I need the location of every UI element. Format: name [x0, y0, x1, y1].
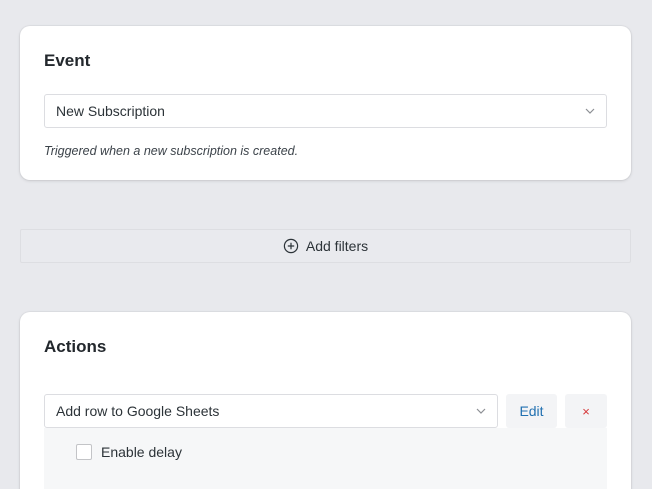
enable-delay-label: Enable delay: [101, 444, 182, 460]
actions-card: Actions Add row to Google Sheets Edit × …: [20, 312, 631, 489]
event-select[interactable]: New Subscription: [44, 94, 607, 128]
event-help-text: Triggered when a new subscription is cre…: [44, 144, 299, 158]
add-filters-button[interactable]: Add filters: [20, 229, 631, 263]
event-title: Event: [44, 51, 91, 70]
enable-delay-checkbox[interactable]: [76, 444, 92, 460]
enable-delay-option[interactable]: Enable delay: [76, 444, 182, 460]
chevron-down-icon: [585, 108, 595, 114]
chevron-down-icon: [476, 408, 486, 414]
event-card: Event New Subscription Triggered when a …: [20, 26, 631, 180]
actions-title: Actions: [44, 337, 107, 356]
action-select[interactable]: Add row to Google Sheets: [44, 394, 498, 428]
plus-circle-icon: [283, 238, 299, 254]
event-select-value: New Subscription: [56, 103, 165, 119]
workflow-editor: Event New Subscription Triggered when a …: [0, 0, 652, 489]
close-icon: ×: [582, 403, 590, 419]
action-select-value: Add row to Google Sheets: [56, 403, 220, 419]
delay-panel: Enable delay: [44, 428, 607, 489]
edit-action-button[interactable]: Edit: [506, 394, 557, 428]
add-filters-label: Add filters: [305, 238, 369, 254]
remove-action-button[interactable]: ×: [565, 394, 607, 428]
